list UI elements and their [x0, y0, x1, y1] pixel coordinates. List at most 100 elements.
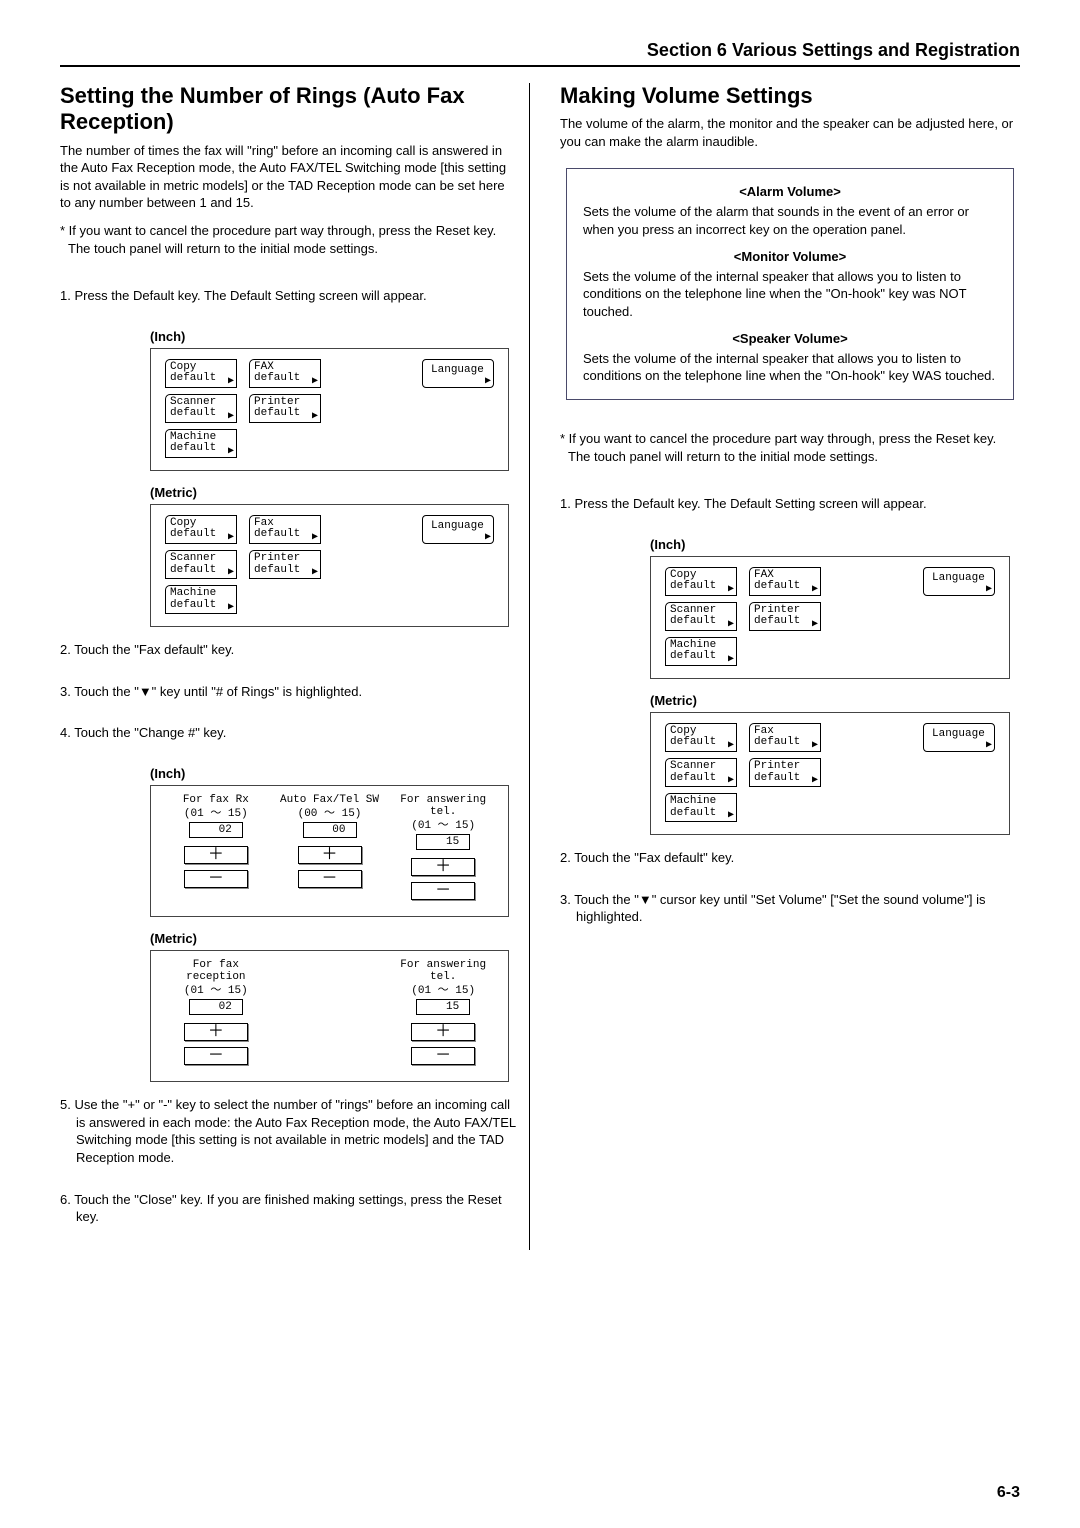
- copy-default-button[interactable]: Copy default▶: [665, 723, 737, 752]
- arrow-icon: ▶: [812, 585, 818, 595]
- scanner-default-button[interactable]: Scanner default▶: [665, 758, 737, 787]
- left-column: Setting the Number of Rings (Auto Fax Re…: [60, 83, 530, 1250]
- arrow-icon: ▶: [228, 447, 234, 457]
- rings-m-col1-range: (01 ～ 15): [163, 985, 269, 997]
- lcd-metric-label: (Metric): [150, 485, 519, 500]
- rings-col3-value: 15: [416, 834, 470, 850]
- copy-default-button[interactable]: Copy default▶: [165, 515, 237, 544]
- language-button[interactable]: Language▶: [422, 359, 494, 388]
- minus-button[interactable]: －: [298, 870, 362, 888]
- scanner-default-button[interactable]: Scanner default▶: [165, 550, 237, 579]
- lcd-inch-label: (Inch): [150, 329, 519, 344]
- scanner-default-button[interactable]: Scanner default▶: [165, 394, 237, 423]
- lcd-inch-label-r: (Inch): [650, 537, 1020, 552]
- fax-default-button[interactable]: FAX default▶: [249, 359, 321, 388]
- left-step-1: 1. Press the Default key. The Default Se…: [60, 287, 519, 305]
- left-intro: The number of times the fax will "ring" …: [60, 142, 519, 212]
- arrow-icon: ▶: [728, 741, 734, 751]
- arrow-icon: ▶: [228, 377, 234, 387]
- left-step-6: 6. Touch the "Close" key. If you are fin…: [60, 1191, 519, 1226]
- arrow-icon: ▶: [728, 655, 734, 665]
- right-step-3: 3. Touch the "▼" cursor key until "Set V…: [560, 891, 1020, 926]
- plus-button[interactable]: ＋: [411, 858, 475, 876]
- arrow-icon: ▶: [312, 377, 318, 387]
- lcd-panel-inch-left: Copy default▶ FAX default▶ Language▶ Sca…: [150, 348, 509, 471]
- left-step-4: 4. Touch the "Change #" key.: [60, 724, 519, 742]
- alarm-volume-head: <Alarm Volume>: [583, 183, 997, 201]
- fax-default-button[interactable]: Fax default▶: [749, 723, 821, 752]
- rings-col2-range: (00 ～ 15): [277, 808, 383, 820]
- language-button[interactable]: Language▶: [923, 723, 995, 752]
- arrow-icon: ▶: [986, 741, 992, 751]
- left-step-5: 5. Use the "+" or "-" key to select the …: [60, 1096, 519, 1166]
- monitor-volume-text: Sets the volume of the internal speaker …: [583, 268, 997, 321]
- rings-metric-label: (Metric): [150, 931, 519, 946]
- rings-m-col3-title: For answering tel.: [390, 959, 496, 983]
- arrow-icon: ▶: [228, 533, 234, 543]
- arrow-icon: ▶: [728, 620, 734, 630]
- minus-button[interactable]: －: [184, 1047, 248, 1065]
- rings-col3-range: (01 ～ 15): [390, 820, 496, 832]
- fax-default-button[interactable]: FAX default▶: [749, 567, 821, 596]
- arrow-icon: ▶: [312, 568, 318, 578]
- copy-default-button[interactable]: Copy default▶: [665, 567, 737, 596]
- plus-button[interactable]: ＋: [184, 846, 248, 864]
- printer-default-button[interactable]: Printer default▶: [749, 602, 821, 631]
- minus-button[interactable]: －: [411, 1047, 475, 1065]
- rings-col2-value: 00: [303, 822, 357, 838]
- plus-button[interactable]: ＋: [184, 1023, 248, 1041]
- scanner-default-button[interactable]: Scanner default▶: [665, 602, 737, 631]
- lcd-panel-metric-left: Copy default▶ Fax default▶ Language▶ Sca…: [150, 504, 509, 627]
- rings-m-col1-value: 02: [189, 999, 243, 1015]
- machine-default-button[interactable]: Machine default▶: [665, 793, 737, 822]
- arrow-icon: ▶: [728, 585, 734, 595]
- arrow-icon: ▶: [728, 776, 734, 786]
- left-cancel-note: * If you want to cancel the procedure pa…: [60, 222, 519, 257]
- speaker-volume-head: <Speaker Volume>: [583, 330, 997, 348]
- arrow-icon: ▶: [728, 811, 734, 821]
- left-step-3: 3. Touch the "▼" key until "# of Rings" …: [60, 683, 519, 701]
- right-intro: The volume of the alarm, the monitor and…: [560, 115, 1020, 150]
- arrow-icon: ▶: [986, 585, 992, 595]
- right-column: Making Volume Settings The volume of the…: [550, 83, 1020, 1250]
- right-title: Making Volume Settings: [560, 83, 1020, 109]
- rings-col3-title: For answering tel.: [390, 794, 496, 818]
- rings-panel-metric: For fax reception (01 ～ 15) 02 ＋ － For a…: [150, 950, 509, 1082]
- rings-col2-title: Auto Fax/Tel SW: [277, 794, 383, 806]
- left-step-2: 2. Touch the "Fax default" key.: [60, 641, 519, 659]
- machine-default-button[interactable]: Machine default▶: [665, 637, 737, 666]
- arrow-icon: ▶: [812, 776, 818, 786]
- printer-default-button[interactable]: Printer default▶: [249, 394, 321, 423]
- plus-button[interactable]: ＋: [298, 846, 362, 864]
- rings-m-col3-range: (01 ～ 15): [390, 985, 496, 997]
- machine-default-button[interactable]: Machine default▶: [165, 585, 237, 614]
- arrow-icon: ▶: [312, 412, 318, 422]
- arrow-icon: ▶: [228, 412, 234, 422]
- rings-m-col1-title: For fax reception: [163, 959, 269, 983]
- rings-col1-range: (01 ～ 15): [163, 808, 269, 820]
- rings-m-col3-value: 15: [416, 999, 470, 1015]
- rings-panel-inch: For fax Rx (01 ～ 15) 02 ＋ － Auto Fax/Tel…: [150, 785, 509, 917]
- arrow-icon: ▶: [812, 741, 818, 751]
- plus-button[interactable]: ＋: [411, 1023, 475, 1041]
- machine-default-button[interactable]: Machine default▶: [165, 429, 237, 458]
- alarm-volume-text: Sets the volume of the alarm that sounds…: [583, 203, 997, 238]
- speaker-volume-text: Sets the volume of the internal speaker …: [583, 350, 997, 385]
- language-button[interactable]: Language▶: [923, 567, 995, 596]
- page-header: Section 6 Various Settings and Registrat…: [60, 40, 1020, 67]
- printer-default-button[interactable]: Printer default▶: [249, 550, 321, 579]
- monitor-volume-head: <Monitor Volume>: [583, 248, 997, 266]
- arrow-icon: ▶: [312, 533, 318, 543]
- minus-button[interactable]: －: [184, 870, 248, 888]
- copy-default-button[interactable]: Copy default▶: [165, 359, 237, 388]
- page-number: 6-3: [997, 1484, 1020, 1502]
- arrow-icon: ▶: [228, 568, 234, 578]
- fax-default-button[interactable]: Fax default▶: [249, 515, 321, 544]
- lcd-metric-label-r: (Metric): [650, 693, 1020, 708]
- language-button[interactable]: Language▶: [422, 515, 494, 544]
- minus-button[interactable]: －: [411, 882, 475, 900]
- printer-default-button[interactable]: Printer default▶: [749, 758, 821, 787]
- lcd-panel-inch-right: Copy default▶ FAX default▶ Language▶ Sca…: [650, 556, 1010, 679]
- lcd-panel-metric-right: Copy default▶ Fax default▶ Language▶ Sca…: [650, 712, 1010, 835]
- rings-col1-title: For fax Rx: [163, 794, 269, 806]
